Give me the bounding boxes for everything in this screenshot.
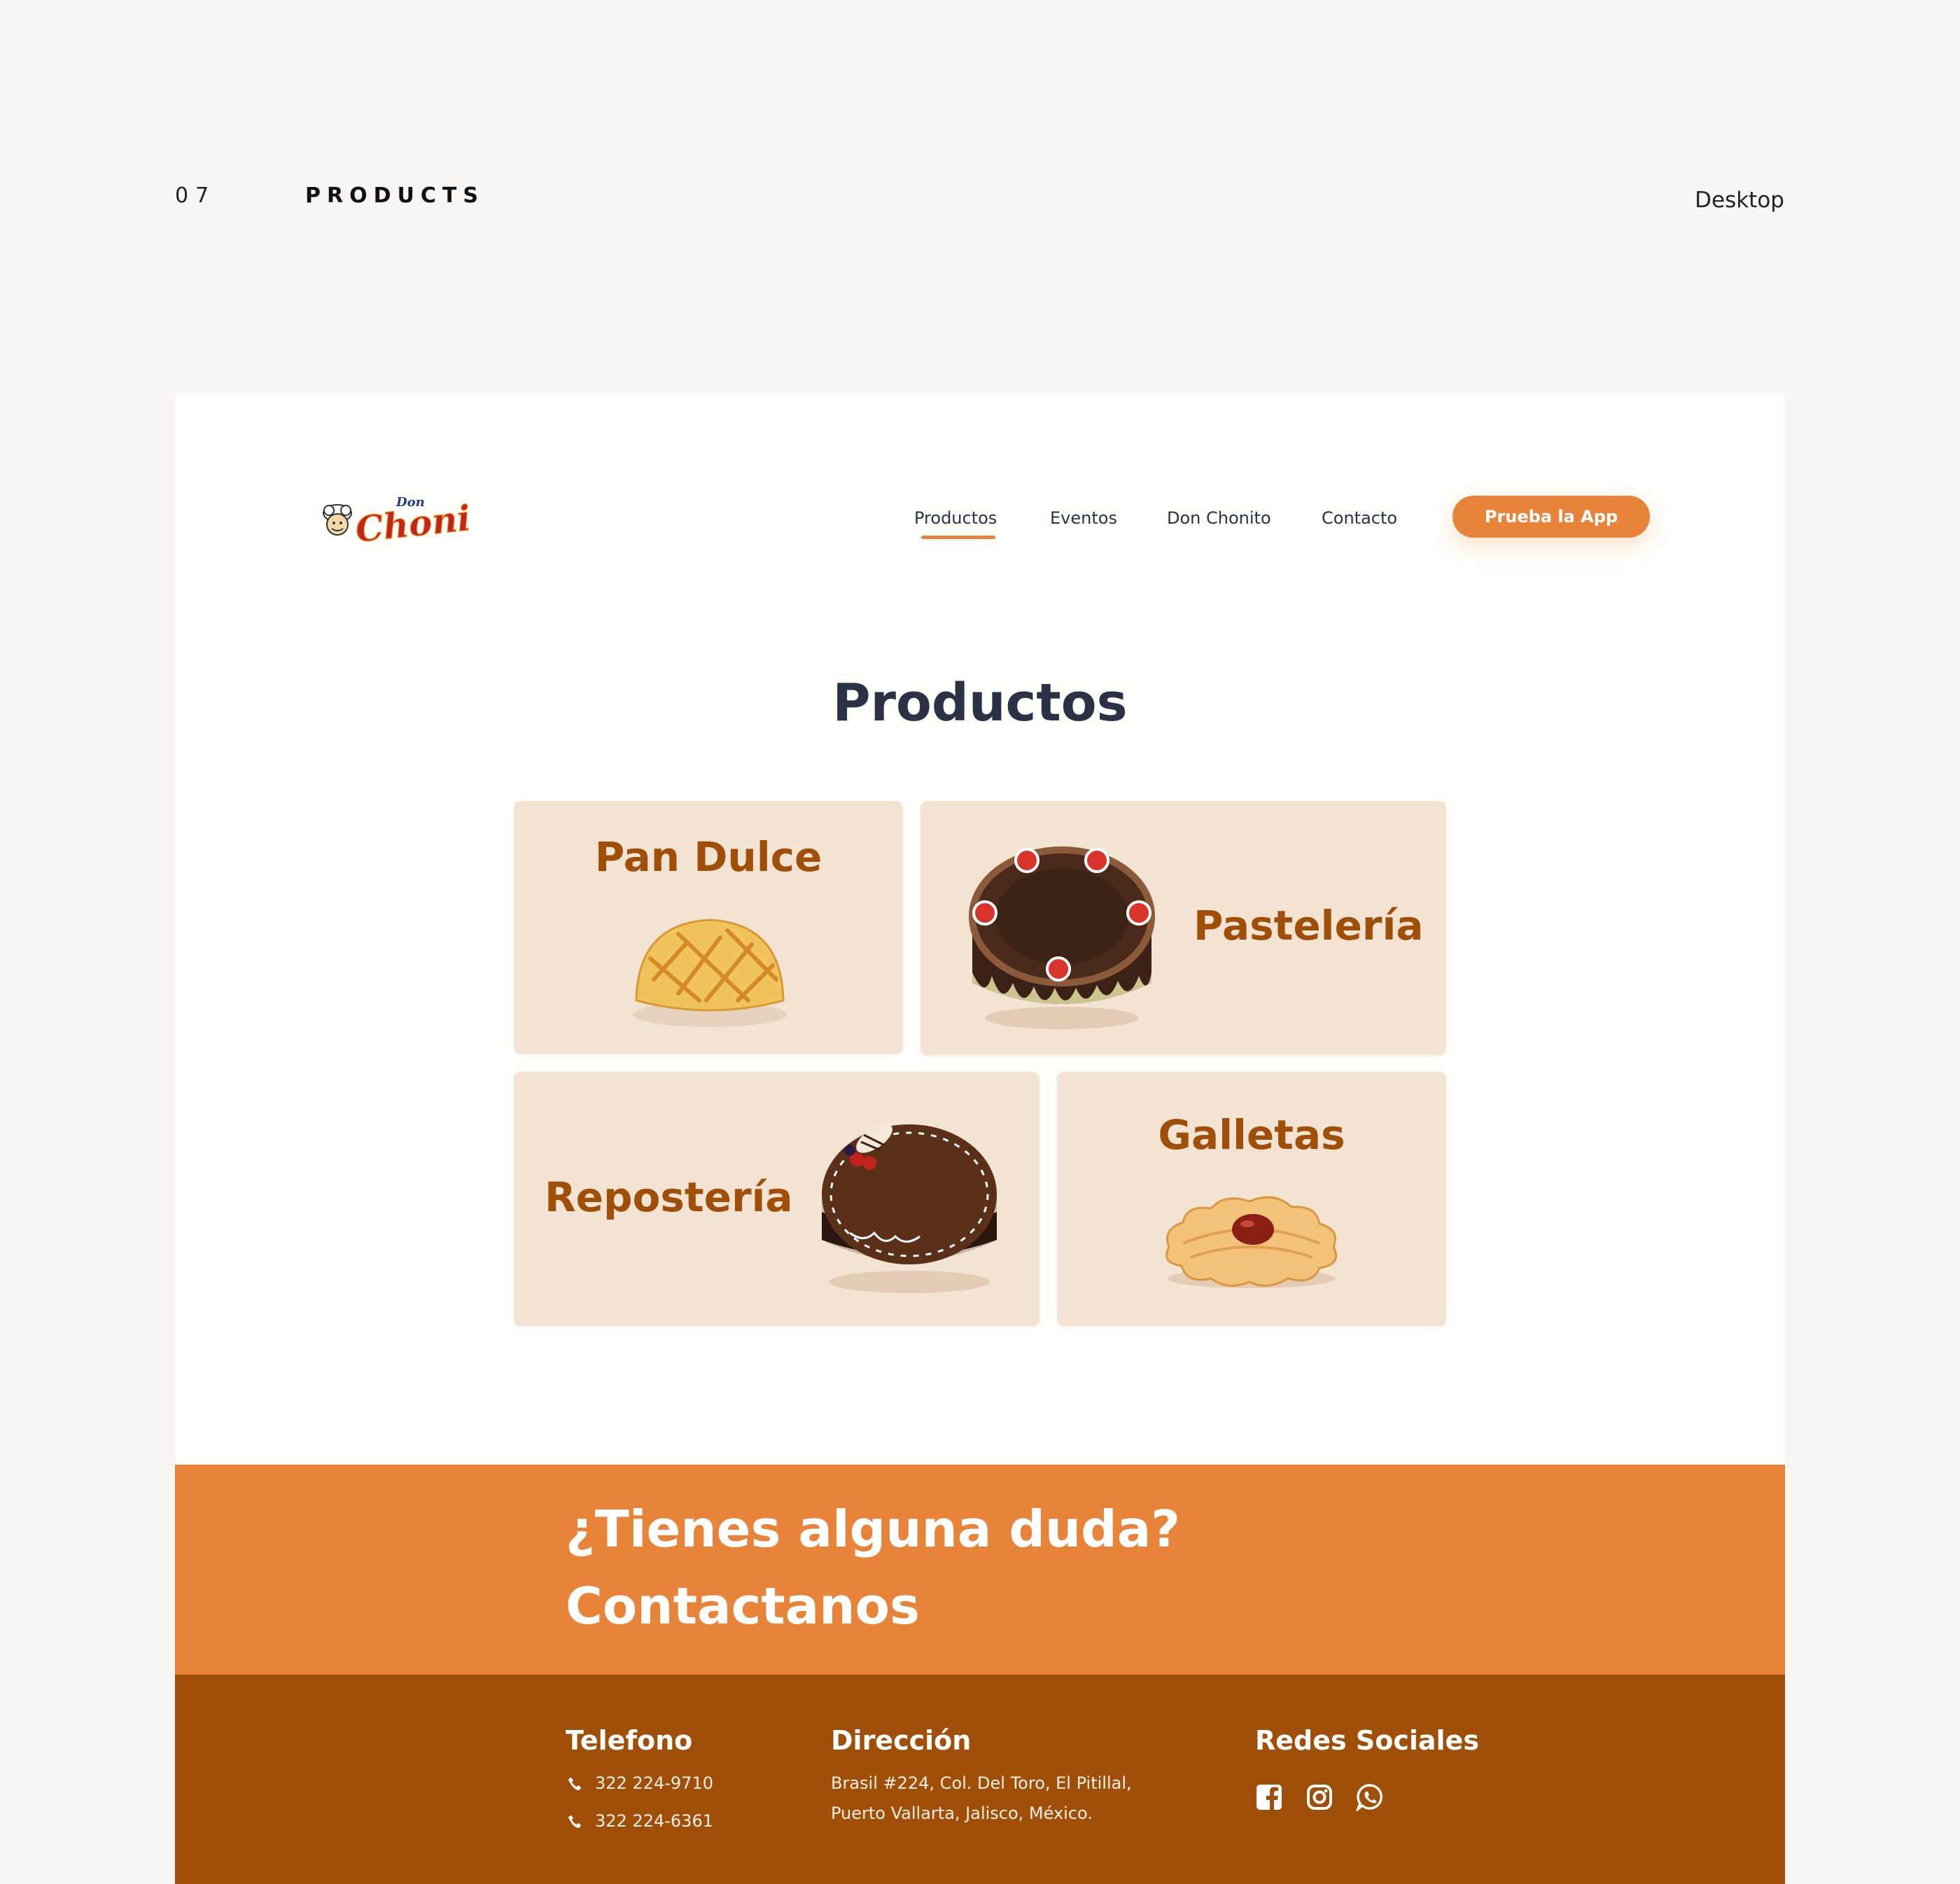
section-number: 07 bbox=[175, 183, 216, 208]
main-nav: Productos Eventos Don Chonito Contacto P… bbox=[175, 496, 1785, 552]
nav-item-contacto[interactable]: Contacto bbox=[1322, 508, 1397, 528]
nav-item-eventos[interactable]: Eventos bbox=[1050, 508, 1117, 528]
address-line: Brasil #224, Col. Del Toro, El Pitillal, bbox=[831, 1773, 1132, 1793]
facebook-icon[interactable] bbox=[1255, 1783, 1283, 1811]
whatsapp-icon[interactable] bbox=[1356, 1783, 1384, 1811]
strawberry-cake-icon bbox=[969, 846, 1155, 1029]
address-line: Puerto Vallarta, Jalisco, México. bbox=[831, 1803, 1093, 1823]
product-card-reposteria[interactable]: Repostería bbox=[514, 1072, 1040, 1326]
device-tag: Desktop bbox=[1695, 188, 1784, 213]
phone-heading: Telefono bbox=[566, 1725, 693, 1756]
product-card-pasteleria[interactable]: Pastelería bbox=[920, 801, 1446, 1055]
chocolate-cake-icon bbox=[822, 1124, 997, 1293]
concha-bread-icon bbox=[633, 919, 787, 1027]
phone-icon bbox=[568, 1777, 582, 1791]
phone-number[interactable]: 322 224-9710 bbox=[595, 1773, 713, 1793]
instagram-icon[interactable] bbox=[1306, 1783, 1334, 1811]
section-title: PRODUCTS bbox=[305, 183, 484, 208]
desktop-frame: Chonito Don Productos Eventos Don Chonit… bbox=[175, 393, 1785, 1884]
phone-number[interactable]: 322 224-6361 bbox=[595, 1811, 713, 1831]
address-heading: Dirección bbox=[831, 1725, 972, 1756]
product-card-galletas[interactable]: Galletas bbox=[1057, 1072, 1446, 1326]
nav-item-don-chonito[interactable]: Don Chonito bbox=[1167, 508, 1271, 528]
phone-icon bbox=[568, 1815, 582, 1829]
try-app-button[interactable]: Prueba la App bbox=[1452, 496, 1650, 538]
contact-question: ¿Tienes alguna duda? bbox=[566, 1500, 1181, 1558]
cookie-icon bbox=[1166, 1196, 1338, 1288]
social-heading: Redes Sociales bbox=[1255, 1725, 1479, 1756]
contact-cta[interactable]: Contactanos bbox=[566, 1577, 920, 1635]
product-label: Galletas bbox=[1158, 1111, 1345, 1159]
nav-item-productos[interactable]: Productos bbox=[914, 508, 997, 539]
product-card-pan-dulce[interactable]: Pan Dulce bbox=[514, 801, 903, 1054]
product-label: Pastelería bbox=[1194, 902, 1424, 949]
page-title: Productos bbox=[832, 673, 1128, 733]
contact-banner: ¿Tienes alguna duda? Contactanos bbox=[175, 1465, 1785, 1675]
product-label: Pan Dulce bbox=[594, 833, 822, 881]
product-label: Repostería bbox=[545, 1173, 793, 1221]
site-footer: Telefono 322 224-9710 322 224-6361 Direc… bbox=[175, 1675, 1785, 1884]
